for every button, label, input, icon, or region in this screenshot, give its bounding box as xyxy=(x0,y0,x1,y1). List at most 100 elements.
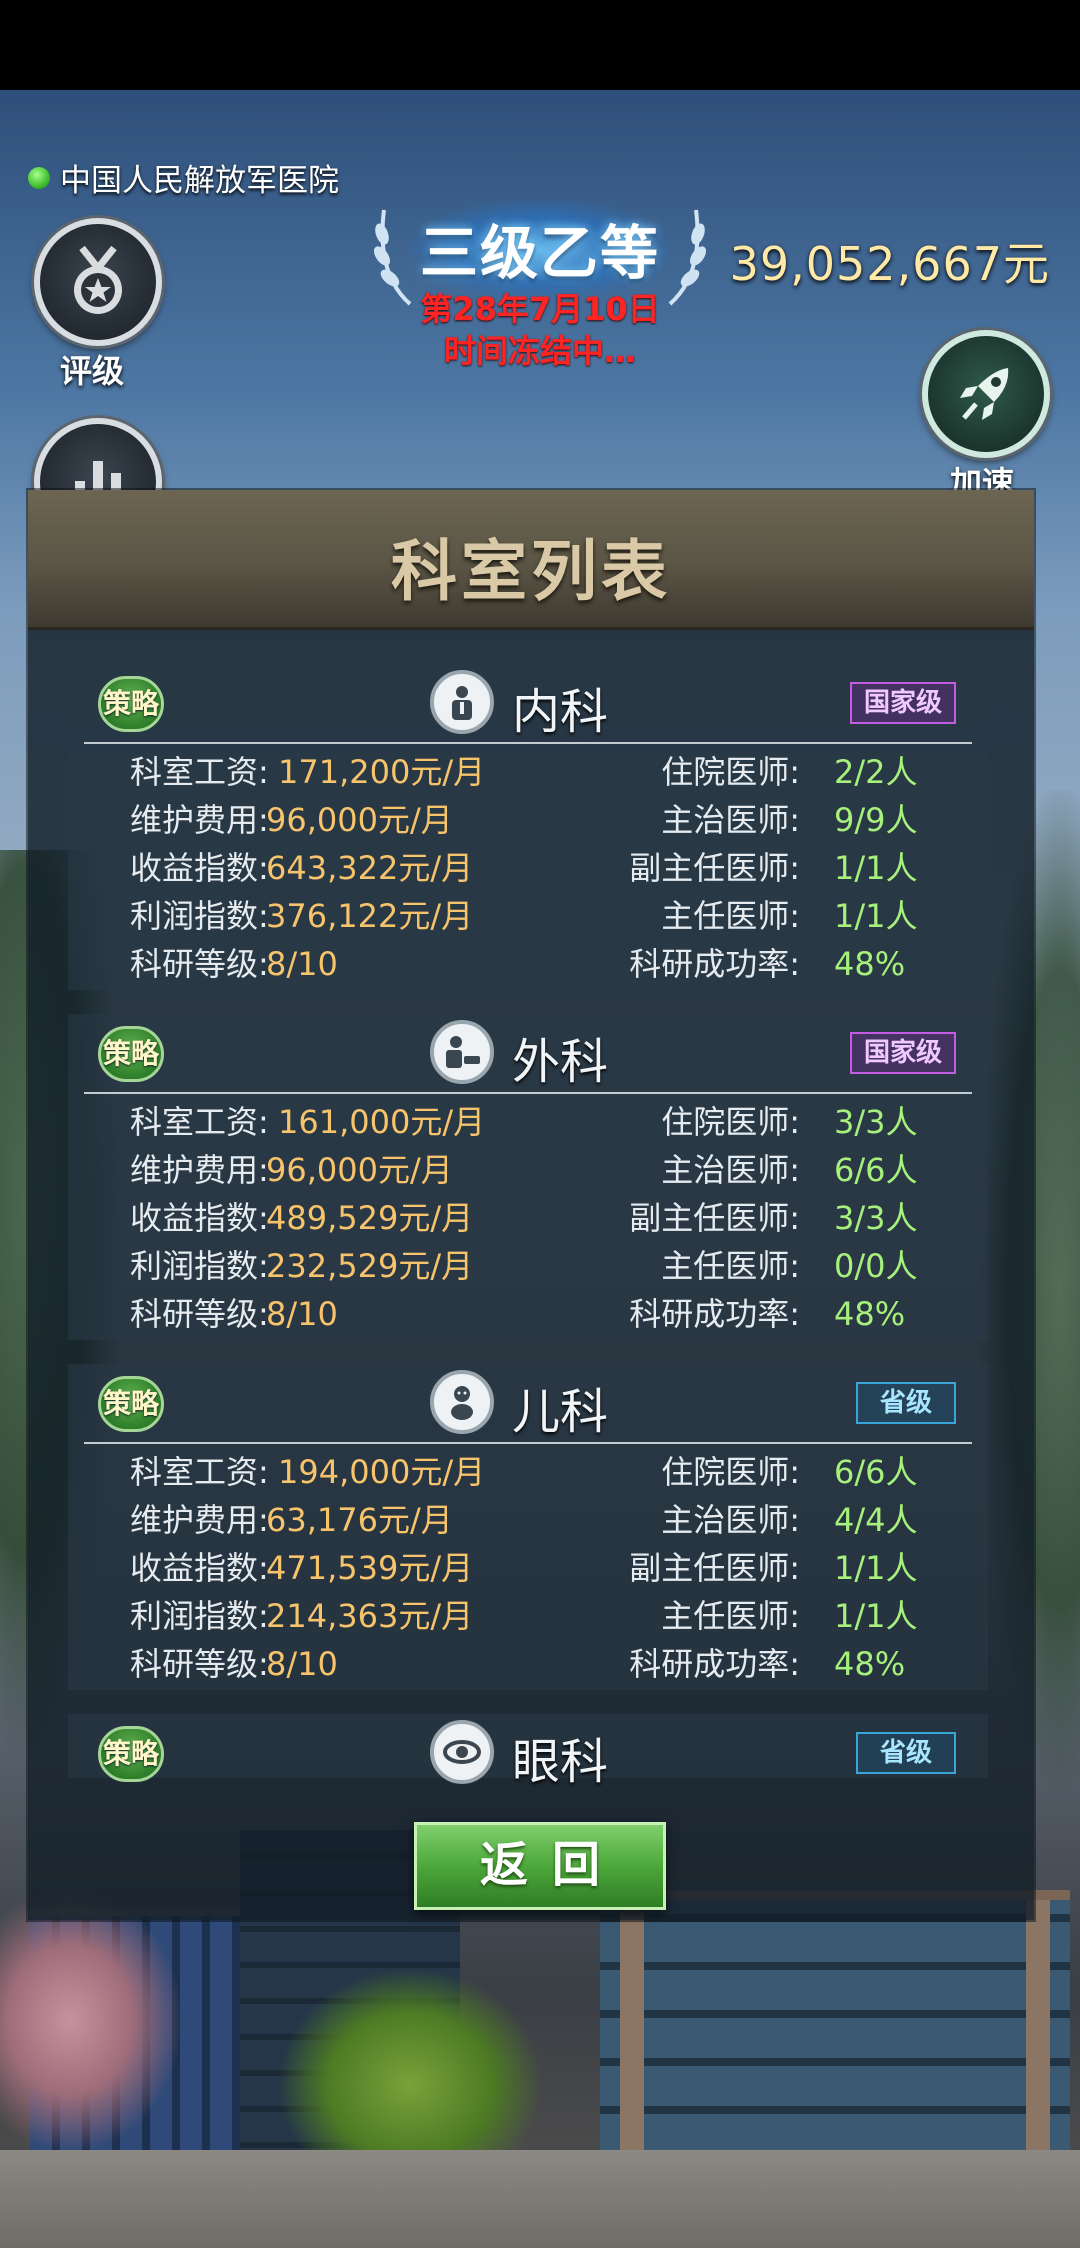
department-header: 策略 儿科 省级 xyxy=(84,1364,972,1444)
panel-title: 科室列表 xyxy=(391,533,671,610)
stat-row: 科室工资: 161,000元/月 住院医师: 3/3人 xyxy=(68,1098,988,1146)
resident-label: 住院医师: xyxy=(661,1453,800,1491)
rocket-icon xyxy=(960,368,1009,420)
associate-chief-value: 3/3人 xyxy=(834,1199,918,1237)
rating-button[interactable] xyxy=(34,218,162,346)
stat-row: 收益指数: 489,529元/月 副主任医师: 3/3人 xyxy=(68,1194,988,1242)
department-name: 外科 xyxy=(512,1034,609,1090)
department-header: 策略 外科 国家级 xyxy=(84,1014,972,1094)
research-level-label: 科研等级: xyxy=(130,1295,269,1333)
maintenance-label: 维护费用: xyxy=(130,801,269,839)
revenue-label: 收益指数: xyxy=(130,849,269,887)
stat-row: 维护费用: 96,000元/月 主治医师: 6/6人 xyxy=(68,1146,988,1194)
strategy-button[interactable]: 策略 xyxy=(98,676,164,732)
resident-value: 6/6人 xyxy=(834,1453,918,1491)
game-date: 第28年7月10日 时间冻结中… xyxy=(300,288,780,372)
research-rate-label: 科研成功率: xyxy=(629,1645,800,1683)
salary-value: 171,200元/月 xyxy=(278,753,486,791)
associate-chief-value: 1/1人 xyxy=(834,1549,918,1587)
panel-header: 科室列表 xyxy=(28,490,1034,630)
chief-label: 主任医师: xyxy=(661,1597,800,1635)
research-rate-label: 科研成功率: xyxy=(629,945,800,983)
back-button[interactable]: 返回 xyxy=(414,1822,666,1910)
hospital-name: 中国人民解放军医院 xyxy=(28,155,339,200)
strategy-button[interactable]: 策略 xyxy=(98,1726,164,1782)
department-card[interactable]: 策略 内科 国家级 科室工资: 171,200元/月 住院医师: 2/2人 维护… xyxy=(68,664,988,990)
pediatrics-icon xyxy=(430,1370,494,1434)
research-rate-value: 48% xyxy=(834,1295,906,1333)
maintenance-value: 96,000元/月 xyxy=(266,1151,453,1189)
associate-chief-label: 副主任医师: xyxy=(629,1199,800,1237)
department-header: 策略 内科 国家级 xyxy=(84,664,972,744)
strategy-button[interactable]: 策略 xyxy=(98,1376,164,1432)
stat-row: 科研等级: 8/10 科研成功率: 48% xyxy=(68,940,988,988)
attending-value: 4/4人 xyxy=(834,1501,918,1539)
research-rate-value: 48% xyxy=(834,1645,906,1683)
attending-value: 6/6人 xyxy=(834,1151,918,1189)
stat-row: 科研等级: 8/10 科研成功率: 48% xyxy=(68,1290,988,1338)
research-rate-label: 科研成功率: xyxy=(629,1295,800,1333)
money-balance: 39,052,667元 xyxy=(729,237,1050,291)
hospital-name-text: 中国人民解放军医院 xyxy=(60,163,339,199)
stat-row: 利润指数: 232,529元/月 主任医师: 0/0人 xyxy=(68,1242,988,1290)
department-name: 内科 xyxy=(512,684,609,740)
online-status-icon xyxy=(28,166,50,189)
stat-row: 维护费用: 63,176元/月 主治医师: 4/4人 xyxy=(68,1496,988,1544)
department-name: 眼科 xyxy=(512,1734,609,1790)
status-bar xyxy=(0,0,1080,90)
game-date-text: 第28年7月10日 xyxy=(420,290,660,328)
revenue-label: 收益指数: xyxy=(130,1199,269,1237)
medal-icon xyxy=(74,245,122,314)
profit-value: 376,122元/月 xyxy=(266,897,474,935)
stat-row: 利润指数: 376,122元/月 主任医师: 1/1人 xyxy=(68,892,988,940)
associate-chief-label: 副主任医师: xyxy=(629,849,800,887)
department-level-badge: 省级 xyxy=(855,1732,956,1774)
department-card[interactable]: 策略 儿科 省级 科室工资: 194,000元/月 住院医师: 6/6人 维护费… xyxy=(68,1364,988,1690)
revenue-value: 643,322元/月 xyxy=(266,849,474,887)
resident-value: 3/3人 xyxy=(834,1103,918,1141)
profit-value: 232,529元/月 xyxy=(266,1247,474,1285)
profit-label: 利润指数: xyxy=(130,1597,269,1635)
department-level-badge: 国家级 xyxy=(849,682,956,724)
chief-value: 1/1人 xyxy=(834,897,918,935)
stat-row: 科室工资: 171,200元/月 住院医师: 2/2人 xyxy=(68,748,988,796)
salary-value: 194,000元/月 xyxy=(278,1453,486,1491)
research-level-value: 8/10 xyxy=(266,1645,338,1683)
strategy-button[interactable]: 策略 xyxy=(98,1026,164,1082)
maintenance-value: 63,176元/月 xyxy=(266,1501,453,1539)
chief-label: 主任医师: xyxy=(661,897,800,935)
research-level-label: 科研等级: xyxy=(130,1645,269,1683)
salary-label: 科室工资: xyxy=(130,1453,269,1491)
profit-label: 利润指数: xyxy=(130,897,269,935)
revenue-value: 471,539元/月 xyxy=(266,1549,474,1587)
department-level-badge: 省级 xyxy=(855,1382,956,1424)
speed-up-button[interactable] xyxy=(922,330,1050,458)
department-name: 儿科 xyxy=(512,1384,609,1440)
chief-label: 主任医师: xyxy=(661,1247,800,1285)
stat-row: 利润指数: 214,363元/月 主任医师: 1/1人 xyxy=(68,1592,988,1640)
department-card[interactable]: 策略 外科 国家级 科室工资: 161,000元/月 住院医师: 3/3人 维护… xyxy=(68,1014,988,1340)
surgery-icon xyxy=(430,1020,494,1084)
stat-row: 科室工资: 194,000元/月 住院医师: 6/6人 xyxy=(68,1448,988,1496)
salary-label: 科室工资: xyxy=(130,1103,269,1141)
profit-label: 利润指数: xyxy=(130,1247,269,1285)
attending-label: 主治医师: xyxy=(661,801,800,839)
rating-label: 评级 xyxy=(60,352,125,390)
stat-row: 维护费用: 96,000元/月 主治医师: 9/9人 xyxy=(68,796,988,844)
eye-icon xyxy=(430,1720,494,1784)
maintenance-label: 维护费用: xyxy=(130,1501,269,1539)
stat-row: 收益指数: 643,322元/月 副主任医师: 1/1人 xyxy=(68,844,988,892)
chief-value: 0/0人 xyxy=(834,1247,918,1285)
department-card[interactable]: 策略 眼科 省级 xyxy=(68,1714,988,1790)
associate-chief-label: 副主任医师: xyxy=(629,1549,800,1587)
department-header: 策略 眼科 省级 xyxy=(84,1714,972,1794)
revenue-label: 收益指数: xyxy=(130,1549,269,1587)
resident-label: 住院医师: xyxy=(661,753,800,791)
maintenance-label: 维护费用: xyxy=(130,1151,269,1189)
resident-value: 2/2人 xyxy=(834,753,918,791)
profit-value: 214,363元/月 xyxy=(266,1597,474,1635)
associate-chief-value: 1/1人 xyxy=(834,849,918,887)
stat-row: 科研等级: 8/10 科研成功率: 48% xyxy=(68,1640,988,1688)
research-level-value: 8/10 xyxy=(266,1295,338,1333)
salary-value: 161,000元/月 xyxy=(278,1103,486,1141)
